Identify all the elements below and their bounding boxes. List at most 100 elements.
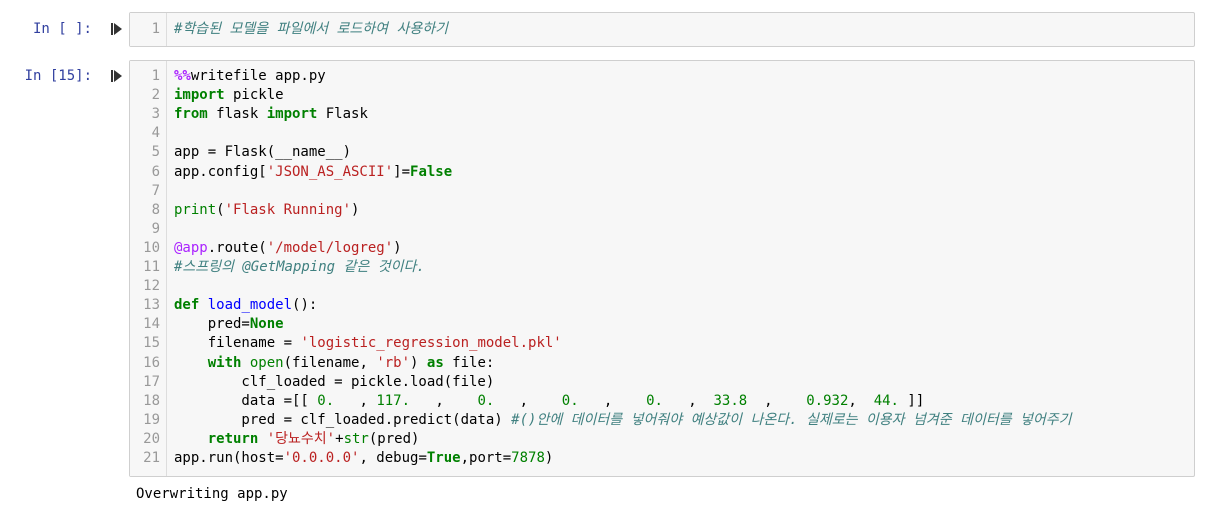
code-text: with open(filename, 'rb') as file: [174, 354, 495, 373]
code-text: %%writefile app.py [174, 67, 326, 86]
code-line: 14 pred=None [130, 315, 1194, 334]
code-text: clf_loaded = pickle.load(file) [174, 373, 494, 392]
code-token: file: [443, 354, 495, 371]
line-number: 6 [151, 163, 160, 180]
code-line: 16 with open(filename, 'rb') as file: [130, 354, 1194, 373]
code-token: '당뇨수치' [266, 430, 336, 447]
code-token: , [410, 392, 478, 409]
line-number: 10 [143, 239, 160, 256]
code-line: 19 pred = clf_loaded.predict(data) #()안에… [130, 411, 1194, 430]
code-token: %% [174, 68, 191, 84]
code-token: import [266, 106, 318, 123]
code-token: ]] [898, 392, 925, 409]
code-token: 7878 [511, 450, 545, 466]
code-text: #학습된 모델을 파일에서 로드하여 사용하기 [174, 20, 448, 39]
code-editor[interactable]: 1 %%writefile app.py 2 import pickle 3 from f… [129, 60, 1195, 477]
code-token: 'logistic_regression_model.pkl' [300, 335, 562, 352]
code-line: 1 #학습된 모델을 파일에서 로드하여 사용하기 [130, 20, 1194, 39]
line-number: 4 [151, 125, 160, 142]
code-token: (pred) [368, 430, 420, 447]
code-line: 2 import pickle [130, 86, 1194, 105]
code-token: 'JSON_AS_ASCII' [266, 163, 394, 180]
code-text: @app.route('/model/logreg') [174, 239, 402, 258]
code-token: (): [292, 297, 318, 314]
code-token: None [249, 316, 284, 333]
code-token: @app [174, 239, 208, 256]
code-token: True [426, 450, 461, 466]
line-number: 17 [143, 373, 160, 390]
code-editor[interactable]: 1 #학습된 모델을 파일에서 로드하여 사용하기 [129, 12, 1195, 47]
code-line: 20 return '당뇨수치'+str(pred) [130, 430, 1194, 449]
code-token: .route( [207, 239, 267, 256]
code-line: 12 [130, 277, 1194, 296]
line-number: 19 [143, 411, 160, 428]
code-token: ) [351, 201, 360, 218]
line-number: 18 [143, 392, 160, 409]
code-token: pickle [224, 87, 284, 104]
line-number: 5 [151, 144, 160, 161]
code-token: as [426, 354, 444, 371]
code-token: def [174, 297, 200, 314]
code-line: 13 def load_model(): [130, 296, 1194, 315]
run-cell-icon[interactable] [111, 69, 123, 83]
code-cell-1[interactable]: In [ ]: 1 #학습된 모델을 파일에서 로드하여 사용하기 [0, 12, 1211, 47]
code-token: #스프링의 @GetMapping 같은 것이다. [174, 259, 425, 275]
run-cell-icon[interactable] [111, 22, 123, 36]
code-token: pred = clf_loaded.predict(data) [174, 411, 512, 428]
code-line: 9 [130, 220, 1194, 239]
code-text: return '당뇨수치'+str(pred) [174, 430, 420, 449]
code-token: app = Flask(__name__) [174, 144, 352, 161]
line-number: 3 [151, 106, 160, 123]
code-token: filename = [174, 335, 301, 352]
code-token: False [410, 163, 453, 180]
code-token: 117. [376, 392, 411, 409]
code-token: 0. [561, 392, 579, 409]
code-line: 10 @app.route('/model/logreg') [130, 239, 1194, 258]
code-token: #()안에 데이터를 넣어줘야 예상값이 나온다. 실제로는 이용자 넘겨준 데… [511, 411, 1072, 428]
code-line: 7 [130, 182, 1194, 201]
code-token: load_model [207, 297, 293, 314]
code-token: 0.932 [806, 392, 849, 409]
code-token: Flask [317, 106, 368, 123]
code-token: 0. [646, 392, 663, 409]
code-cell-2[interactable]: In [15]: 1 %%writefile app.py 2 import pick… [0, 60, 1211, 478]
code-token: ) [544, 450, 554, 466]
code-text: pred=None [174, 315, 284, 334]
code-token: , [747, 392, 807, 409]
code-text: app.run(host='0.0.0.0', debug=True,port=… [174, 449, 553, 468]
code-token: (filename, [283, 354, 377, 371]
code-text: def load_model(): [174, 296, 317, 315]
code-token: 'rb' [376, 354, 411, 371]
code-token: app.run(host= [174, 450, 284, 466]
code-token: '/model/logreg' [266, 239, 394, 256]
code-token: , [848, 392, 874, 409]
code-token: writefile app.py [190, 68, 326, 84]
line-number: 21 [143, 450, 160, 466]
code-token: return [207, 430, 259, 447]
code-text: filename = 'logistic_regression_model.pk… [174, 334, 562, 353]
line-number: 7 [151, 182, 160, 199]
line-number: 14 [143, 316, 160, 333]
code-line: 3 from flask import Flask [130, 105, 1194, 124]
line-number: 12 [143, 278, 160, 295]
line-number: 1 [151, 68, 160, 84]
line-number: 11 [143, 259, 160, 275]
cell-prompt: In [15]: [24, 68, 92, 84]
code-token: 'Flask Running' [224, 201, 352, 218]
code-token: #학습된 모델을 파일에서 로드하여 사용하기 [174, 21, 448, 37]
line-number: 16 [143, 354, 160, 371]
line-number: 8 [151, 201, 160, 218]
cell-output-text: Overwriting app.py [136, 486, 288, 502]
code-token: ,port= [460, 450, 512, 466]
code-line: 8 print('Flask Running') [130, 201, 1194, 220]
code-token: import [174, 87, 225, 104]
code-token: 44. [873, 392, 899, 409]
code-text: from flask import Flask [174, 105, 368, 124]
code-text: pred = clf_loaded.predict(data) #()안에 데이… [174, 411, 1072, 430]
code-token: data =[[ [174, 392, 318, 409]
code-token: , [578, 392, 647, 409]
